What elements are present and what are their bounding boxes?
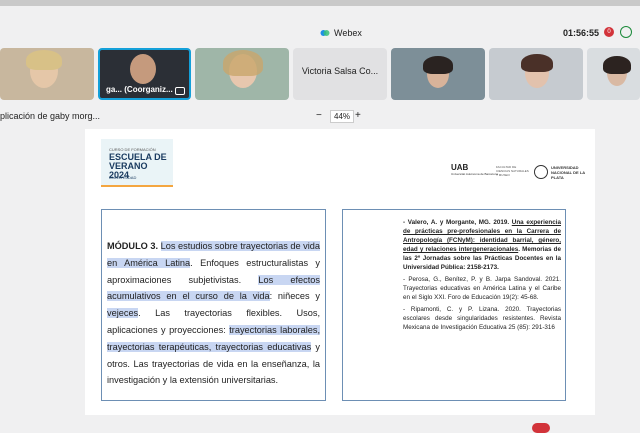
participant-tile[interactable]	[195, 48, 289, 100]
participant-tile[interactable]	[489, 48, 583, 100]
zoom-in-button[interactable]: +	[355, 110, 361, 121]
facultad-logo: FACULTAD DE CIENCIAS NATURALES Y MUSEO	[496, 165, 529, 177]
module-label: MÓDULO 3.	[107, 241, 159, 251]
screen-share-icon	[175, 87, 185, 95]
highlighted-text: vejeces	[107, 308, 139, 319]
participant-name: ga... (Coorganiz...	[106, 85, 173, 94]
escuela-verano-logo: CURSO DE FORMACIÓN ESCUELA DE VERANO 202…	[101, 139, 173, 187]
shared-document[interactable]: CURSO DE FORMACIÓN ESCUELA DE VERANO 202…	[85, 129, 595, 415]
participant-tile-active[interactable]: ga... (Coorganiz...	[98, 48, 191, 100]
layout-icon[interactable]	[620, 26, 632, 38]
share-title: plicación de gaby morg...	[0, 111, 101, 121]
participant-name: Victoria Salsa Co...	[301, 66, 379, 76]
hair-shape	[521, 54, 553, 72]
recording-badge[interactable]: 0	[604, 27, 614, 37]
hair-shape	[603, 56, 631, 74]
reference-item: - Perosa, G., Benítez, P. y B. Jarpa San…	[403, 276, 561, 301]
hair-shape	[223, 50, 263, 76]
uab-subtitle: Universitat Autònoma de Barcelona	[451, 172, 499, 176]
zoom-level[interactable]: 44%	[330, 110, 355, 123]
meeting-timer: 01:56:55	[563, 28, 600, 38]
unlp-logo: UNIVERSIDAD NACIONAL DE LA PLATA	[551, 165, 585, 180]
participant-tile[interactable]: Victoria Salsa Co...	[293, 48, 387, 100]
reference-item: - Ripamonti, C. y P. Lizana. 2020. Traye…	[403, 306, 561, 331]
webex-icon	[320, 30, 330, 36]
participant-tile[interactable]	[0, 48, 94, 100]
module-description-box: MÓDULO 3. Los estudios sobre trayectoria…	[101, 209, 326, 401]
share-toolbar: plicación de gaby morg... − 44% +	[0, 108, 640, 126]
app-title-text: Webex	[334, 28, 362, 38]
participant-strip: ga... (Coorganiz... Victoria Salsa Co...	[0, 48, 640, 100]
participant-tile[interactable]	[391, 48, 485, 100]
hair-shape	[423, 56, 453, 74]
zoom-out-button[interactable]: −	[316, 110, 322, 121]
references-box: - Valero, A. y Morgante, MG. 2019. Una e…	[342, 209, 566, 401]
body-text: : niñeces y	[269, 291, 321, 302]
hair-shape	[26, 50, 62, 70]
leave-meeting-button[interactable]	[532, 423, 550, 433]
uab-logo: UAB	[451, 163, 469, 172]
top-edge	[0, 0, 640, 6]
title-bar: Webex 01:56:55 0	[0, 20, 640, 42]
unlp-seal-icon	[534, 165, 548, 179]
reference-item: - Valero, A. y Morgante, MG. 2019. Una e…	[403, 219, 561, 271]
participant-tile[interactable]	[587, 48, 640, 100]
app-title: Webex	[320, 28, 362, 38]
participant-video	[130, 54, 156, 84]
